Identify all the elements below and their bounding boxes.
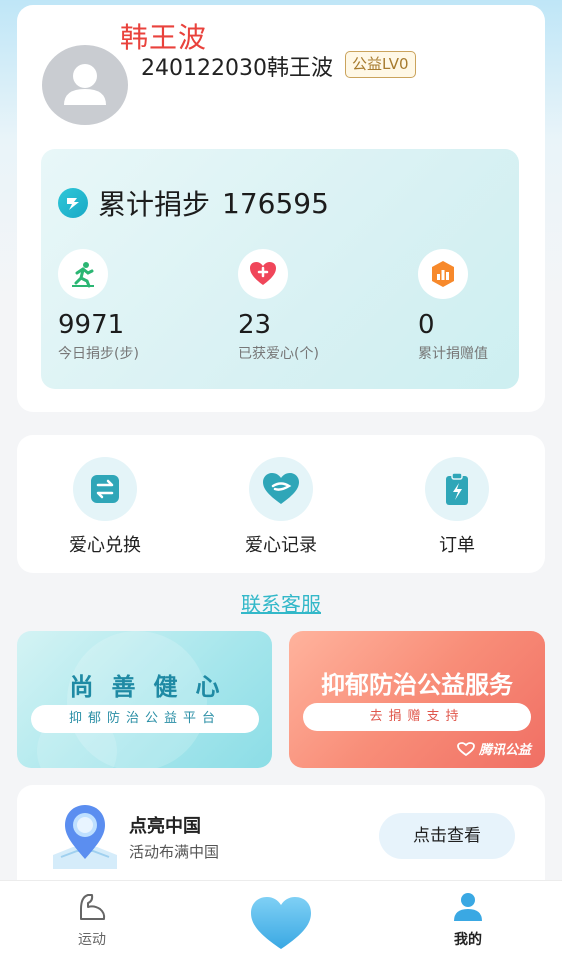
watermark-text: 韩王波 — [120, 21, 208, 54]
avatar[interactable] — [42, 45, 128, 125]
tencent-charity-brand: 腾讯公益 — [457, 739, 531, 758]
exchange-icon — [73, 457, 137, 521]
user-silhouette-icon — [64, 64, 106, 105]
step-logo-icon — [58, 188, 88, 218]
order-button[interactable]: 订单 — [397, 457, 517, 557]
action-label: 爱心记录 — [245, 535, 317, 556]
total-steps-row: 累计捐步 176595 — [58, 185, 329, 221]
bottom-tab-bar: 运动 我的 — [0, 880, 562, 961]
level-badge[interactable]: 公益LV0 — [345, 51, 416, 78]
love-exchange-button[interactable]: 爱心兑换 — [45, 457, 165, 557]
banner-title: 抑郁防治公益服务 — [321, 671, 513, 699]
lightup-china-card: 点亮中国 活动布满中国 点击查看 — [17, 785, 545, 885]
love-record-button[interactable]: 爱心记录 — [221, 457, 341, 557]
view-button[interactable]: 点击查看 — [379, 813, 515, 859]
stats-panel: 累计捐步 176595 9971 今日捐步(步) 23 已获爱心(个) 0 累计… — [41, 149, 519, 389]
tab-sport[interactable]: 运动 — [52, 891, 132, 949]
arm-muscle-icon — [80, 894, 106, 920]
stat-label: 已获爱心(个) — [238, 346, 319, 362]
order-icon — [425, 457, 489, 521]
stat-value: 0 — [418, 310, 435, 340]
running-icon — [58, 249, 108, 299]
stat-value: 9971 — [58, 310, 125, 340]
map-pin-icon — [53, 805, 117, 869]
tab-label: 我的 — [454, 932, 482, 948]
donate-support-button[interactable]: 去捐赠支持 — [303, 703, 531, 731]
stat-value: 23 — [238, 310, 272, 340]
tab-mine[interactable]: 我的 — [428, 891, 508, 949]
stat-donation-value: 0 累计捐赠值 — [418, 249, 562, 363]
stat-label: 累计捐赠值 — [418, 346, 488, 362]
banner-subtitle: 抑郁防治公益平台 — [31, 705, 259, 733]
total-steps-value: 176595 — [222, 186, 329, 220]
banner-shangshan[interactable]: 尚善健心 抑郁防治公益平台 — [17, 631, 272, 768]
stat-hearts: 23 已获爱心(个) — [238, 249, 388, 363]
total-steps-label: 累计捐步 — [98, 188, 211, 221]
heart-icon — [251, 897, 311, 949]
action-label: 爱心兑换 — [69, 535, 141, 556]
banner-title: 尚善健心 — [69, 673, 238, 701]
brand-label: 腾讯公益 — [478, 743, 531, 758]
heart-record-icon — [249, 457, 313, 521]
user-profile-icon — [454, 893, 482, 921]
stat-today-steps: 9971 今日捐步(步) — [58, 249, 208, 363]
heart-plus-icon — [238, 249, 288, 299]
action-label: 订单 — [439, 535, 475, 556]
tencent-charity-icon — [457, 741, 475, 756]
profile-card: 240122030韩王波 公益LV0 累计捐步 176595 9971 今日捐步… — [17, 5, 545, 412]
banner-donate[interactable]: 抑郁防治公益服务 去捐赠支持 腾讯公益 — [289, 631, 545, 768]
tab-label: 运动 — [78, 932, 106, 948]
actions-card: 爱心兑换 爱心记录 订单 — [17, 435, 545, 573]
stat-label: 今日捐步(步) — [58, 346, 139, 362]
bar-chart-icon — [418, 249, 468, 299]
lightup-subtitle: 活动布满中国 — [129, 843, 220, 861]
heart-tab-button[interactable] — [247, 893, 315, 953]
contact-support-link[interactable]: 联系客服 — [0, 588, 562, 617]
lightup-title: 点亮中国 — [129, 816, 201, 837]
